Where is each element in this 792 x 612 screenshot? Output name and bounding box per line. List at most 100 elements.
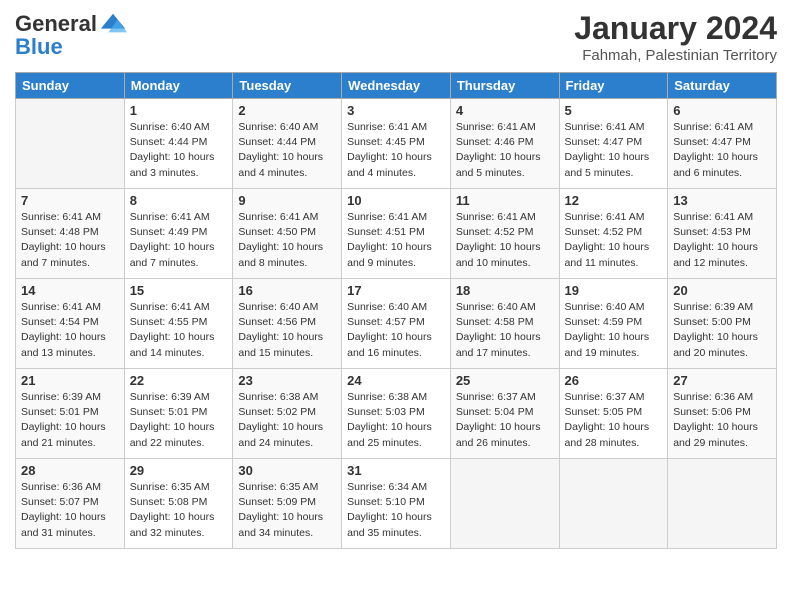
calendar-cell: 30 Sunrise: 6:35 AMSunset: 5:09 PMDayligh…: [233, 459, 342, 549]
day-number: 28: [21, 463, 119, 478]
calendar-cell: 10Sunrise: 6:41 AMSunset: 4:51 PMDayligh…: [342, 189, 451, 279]
day-info: Sunrise: 6:38 AMSunset: 5:03 PMDaylight:…: [347, 390, 445, 451]
calendar-cell: [450, 459, 559, 549]
day-number: 3: [347, 103, 445, 118]
day-number: 8: [130, 193, 228, 208]
day-info: Sunrise: 6:40 AMSunset: 4:44 PMDaylight:…: [238, 120, 336, 181]
day-info: Sunrise: 6:41 AMSunset: 4:47 PMDaylight:…: [565, 120, 663, 181]
calendar-cell: 6 Sunrise: 6:41 AMSunset: 4:47 PMDaylight…: [668, 99, 777, 189]
day-number: 29: [130, 463, 228, 478]
logo-blue-text: Blue: [15, 34, 63, 60]
calendar-cell: 1 Sunrise: 6:40 AMSunset: 4:44 PMDaylight…: [124, 99, 233, 189]
day-number: 23: [238, 373, 336, 388]
day-number: 2: [238, 103, 336, 118]
calendar-week-row: 1 Sunrise: 6:40 AMSunset: 4:44 PMDaylight…: [16, 99, 777, 189]
day-info: Sunrise: 6:41 AMSunset: 4:46 PMDaylight:…: [456, 120, 554, 181]
day-info: Sunrise: 6:36 AMSunset: 5:07 PMDaylight:…: [21, 480, 119, 541]
day-number: 27: [673, 373, 771, 388]
calendar-cell: 20Sunrise: 6:39 AMSunset: 5:00 PMDayligh…: [668, 279, 777, 369]
day-info: Sunrise: 6:40 AMSunset: 4:44 PMDaylight:…: [130, 120, 228, 181]
day-info: Sunrise: 6:41 AMSunset: 4:48 PMDaylight:…: [21, 210, 119, 271]
day-info: Sunrise: 6:40 AMSunset: 4:58 PMDaylight:…: [456, 300, 554, 361]
calendar-week-row: 14Sunrise: 6:41 AMSunset: 4:54 PMDayligh…: [16, 279, 777, 369]
day-number: 15: [130, 283, 228, 298]
day-number: 16: [238, 283, 336, 298]
calendar-cell: 11Sunrise: 6:41 AMSunset: 4:52 PMDayligh…: [450, 189, 559, 279]
calendar-cell: 21 Sunrise: 6:39 AMSunset: 5:01 PMDayligh…: [16, 369, 125, 459]
calendar-cell: 29Sunrise: 6:35 AMSunset: 5:08 PMDayligh…: [124, 459, 233, 549]
day-info: Sunrise: 6:41 AMSunset: 4:47 PMDaylight:…: [673, 120, 771, 181]
day-info: Sunrise: 6:35 AMSunset: 5:09 PMDaylight:…: [238, 480, 336, 541]
day-info: Sunrise: 6:41 AMSunset: 4:52 PMDaylight:…: [565, 210, 663, 271]
logo: General Blue: [15, 10, 127, 60]
calendar-cell: 17 Sunrise: 6:40 AMSunset: 4:57 PMDayligh…: [342, 279, 451, 369]
day-number: 9: [238, 193, 336, 208]
calendar-cell: 12 Sunrise: 6:41 AMSunset: 4:52 PMDayligh…: [559, 189, 668, 279]
calendar-cell: 31Sunrise: 6:34 AMSunset: 5:10 PMDayligh…: [342, 459, 451, 549]
col-tuesday: Tuesday: [233, 73, 342, 99]
col-sunday: Sunday: [16, 73, 125, 99]
day-number: 22: [130, 373, 228, 388]
day-number: 14: [21, 283, 119, 298]
col-saturday: Saturday: [668, 73, 777, 99]
calendar-cell: 22 Sunrise: 6:39 AMSunset: 5:01 PMDayligh…: [124, 369, 233, 459]
calendar-cell: 3Sunrise: 6:41 AMSunset: 4:45 PMDaylight…: [342, 99, 451, 189]
col-wednesday: Wednesday: [342, 73, 451, 99]
day-number: 26: [565, 373, 663, 388]
calendar-header-row: Sunday Monday Tuesday Wednesday Thursday…: [16, 73, 777, 99]
calendar-cell: 13 Sunrise: 6:41 AMSunset: 4:53 PMDayligh…: [668, 189, 777, 279]
day-number: 12: [565, 193, 663, 208]
calendar-cell: [16, 99, 125, 189]
calendar-week-row: 28 Sunrise: 6:36 AMSunset: 5:07 PMDayligh…: [16, 459, 777, 549]
page-header: General Blue January 2024 Fahmah, Palest…: [15, 10, 777, 64]
calendar-cell: 18 Sunrise: 6:40 AMSunset: 4:58 PMDayligh…: [450, 279, 559, 369]
day-number: 19: [565, 283, 663, 298]
calendar-cell: [668, 459, 777, 549]
calendar-cell: 23 Sunrise: 6:38 AMSunset: 5:02 PMDayligh…: [233, 369, 342, 459]
calendar-cell: 26Sunrise: 6:37 AMSunset: 5:05 PMDayligh…: [559, 369, 668, 459]
day-info: Sunrise: 6:37 AMSunset: 5:04 PMDaylight:…: [456, 390, 554, 451]
logo-general-text: General: [15, 13, 97, 35]
day-info: Sunrise: 6:41 AMSunset: 4:52 PMDaylight:…: [456, 210, 554, 271]
day-number: 18: [456, 283, 554, 298]
day-number: 4: [456, 103, 554, 118]
day-number: 24: [347, 373, 445, 388]
calendar-cell: 14Sunrise: 6:41 AMSunset: 4:54 PMDayligh…: [16, 279, 125, 369]
calendar-cell: 2 Sunrise: 6:40 AMSunset: 4:44 PMDaylight…: [233, 99, 342, 189]
day-number: 21: [21, 373, 119, 388]
calendar-cell: 15Sunrise: 6:41 AMSunset: 4:55 PMDayligh…: [124, 279, 233, 369]
day-number: 6: [673, 103, 771, 118]
day-info: Sunrise: 6:39 AMSunset: 5:01 PMDaylight:…: [21, 390, 119, 451]
col-monday: Monday: [124, 73, 233, 99]
calendar-cell: [559, 459, 668, 549]
location-subtitle: Fahmah, Palestinian Territory: [574, 47, 777, 64]
day-number: 13: [673, 193, 771, 208]
calendar-week-row: 7 Sunrise: 6:41 AMSunset: 4:48 PMDaylight…: [16, 189, 777, 279]
col-friday: Friday: [559, 73, 668, 99]
calendar-cell: 7 Sunrise: 6:41 AMSunset: 4:48 PMDaylight…: [16, 189, 125, 279]
day-info: Sunrise: 6:41 AMSunset: 4:53 PMDaylight:…: [673, 210, 771, 271]
day-number: 25: [456, 373, 554, 388]
calendar-cell: 16 Sunrise: 6:40 AMSunset: 4:56 PMDayligh…: [233, 279, 342, 369]
calendar-cell: 27 Sunrise: 6:36 AMSunset: 5:06 PMDayligh…: [668, 369, 777, 459]
day-info: Sunrise: 6:41 AMSunset: 4:49 PMDaylight:…: [130, 210, 228, 271]
day-info: Sunrise: 6:41 AMSunset: 4:51 PMDaylight:…: [347, 210, 445, 271]
day-number: 30: [238, 463, 336, 478]
day-info: Sunrise: 6:39 AMSunset: 5:01 PMDaylight:…: [130, 390, 228, 451]
day-number: 7: [21, 193, 119, 208]
calendar-cell: 25 Sunrise: 6:37 AMSunset: 5:04 PMDayligh…: [450, 369, 559, 459]
calendar-cell: 8 Sunrise: 6:41 AMSunset: 4:49 PMDaylight…: [124, 189, 233, 279]
day-info: Sunrise: 6:41 AMSunset: 4:50 PMDaylight:…: [238, 210, 336, 271]
day-number: 1: [130, 103, 228, 118]
calendar-table: Sunday Monday Tuesday Wednesday Thursday…: [15, 72, 777, 549]
day-number: 17: [347, 283, 445, 298]
day-info: Sunrise: 6:38 AMSunset: 5:02 PMDaylight:…: [238, 390, 336, 451]
calendar-week-row: 21 Sunrise: 6:39 AMSunset: 5:01 PMDayligh…: [16, 369, 777, 459]
day-info: Sunrise: 6:36 AMSunset: 5:06 PMDaylight:…: [673, 390, 771, 451]
day-info: Sunrise: 6:40 AMSunset: 4:56 PMDaylight:…: [238, 300, 336, 361]
logo-icon: [99, 10, 127, 38]
day-number: 31: [347, 463, 445, 478]
calendar-cell: 24 Sunrise: 6:38 AMSunset: 5:03 PMDayligh…: [342, 369, 451, 459]
day-info: Sunrise: 6:40 AMSunset: 4:57 PMDaylight:…: [347, 300, 445, 361]
calendar-cell: 4 Sunrise: 6:41 AMSunset: 4:46 PMDaylight…: [450, 99, 559, 189]
